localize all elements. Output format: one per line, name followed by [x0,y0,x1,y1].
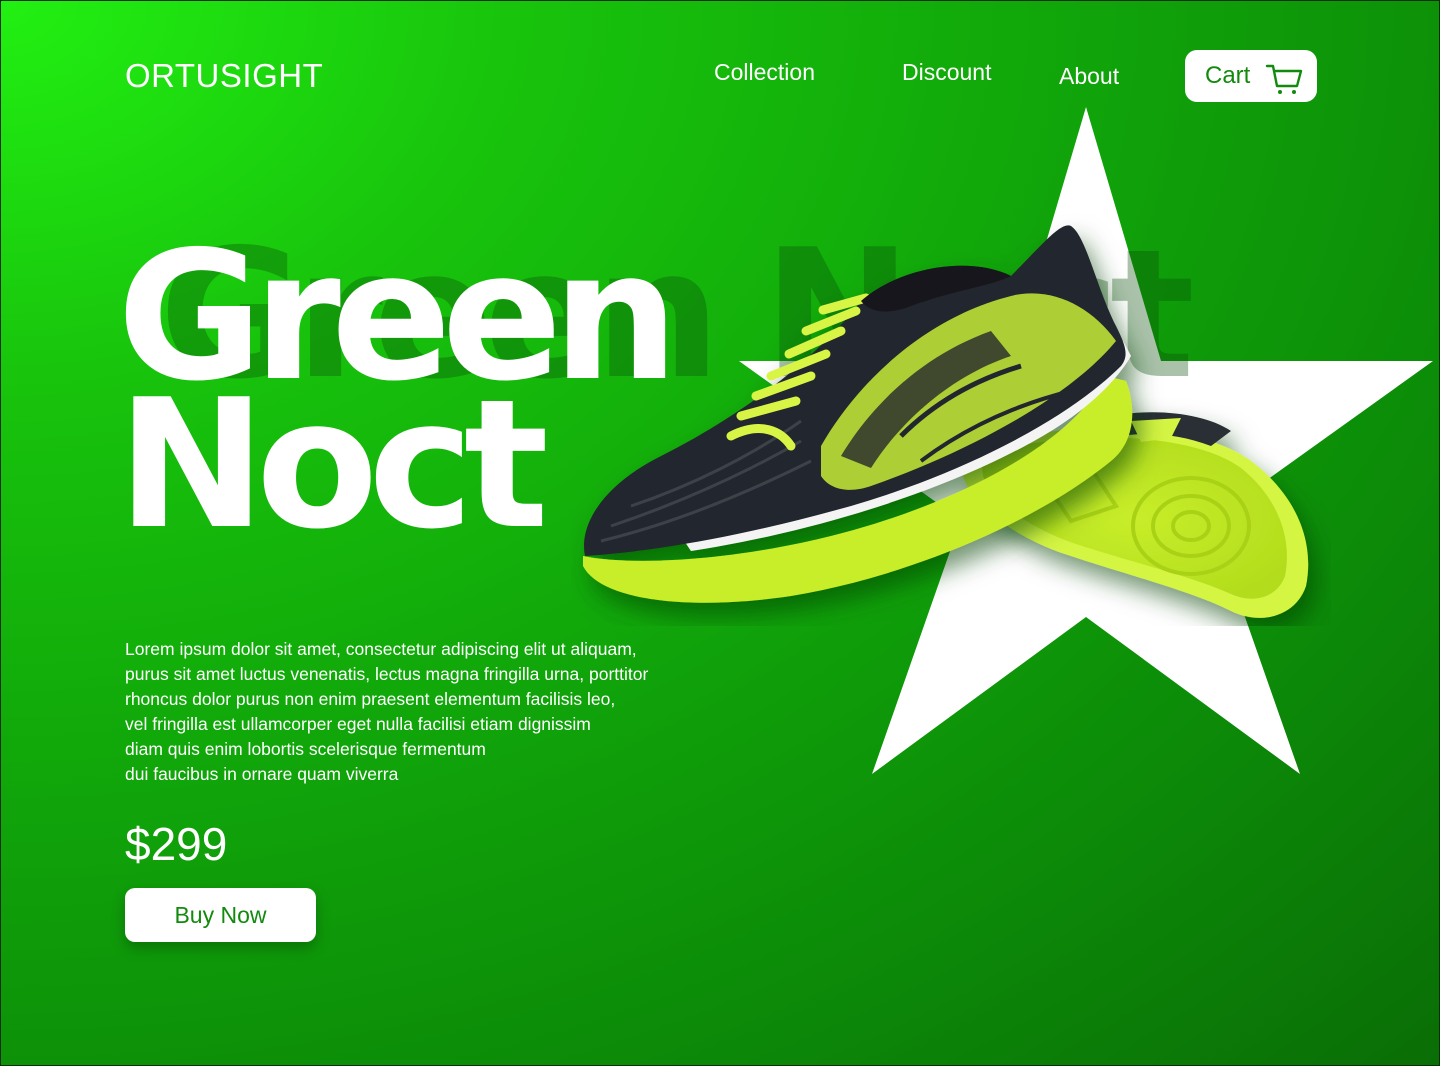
nav-collection-link[interactable]: Collection [714,59,815,86]
product-shoe-image [583,225,1309,618]
nav-about-link[interactable]: About [1059,63,1119,90]
cart-label: Cart [1205,62,1251,89]
description-line: rhoncus dolor purus non enim praesent el… [125,689,616,709]
description-line: vel fringilla est ullamcorper eget nulla… [125,714,591,734]
nav-discount-link[interactable]: Discount [902,59,991,86]
description-line: diam quis enim lobortis scelerisque ferm… [125,739,486,759]
cart-button[interactable]: Cart [1185,50,1317,102]
brand-logo[interactable]: ORTUSIGHT [125,57,323,95]
description-line: Lorem ipsum dolor sit amet, consectetur … [125,639,637,659]
product-description: Lorem ipsum dolor sit amet, consectetur … [125,637,705,787]
product-price: $299 [125,818,228,870]
shopping-cart-icon [1265,64,1303,94]
landing-page: ORTUSIGHT Collection Discount About Cart… [0,0,1440,1066]
buy-now-button[interactable]: Buy Now [125,888,316,942]
description-line: purus sit amet luctus venenatis, lectus … [125,664,649,684]
description-line: dui faucibus in ornare quam viverra [125,764,399,784]
